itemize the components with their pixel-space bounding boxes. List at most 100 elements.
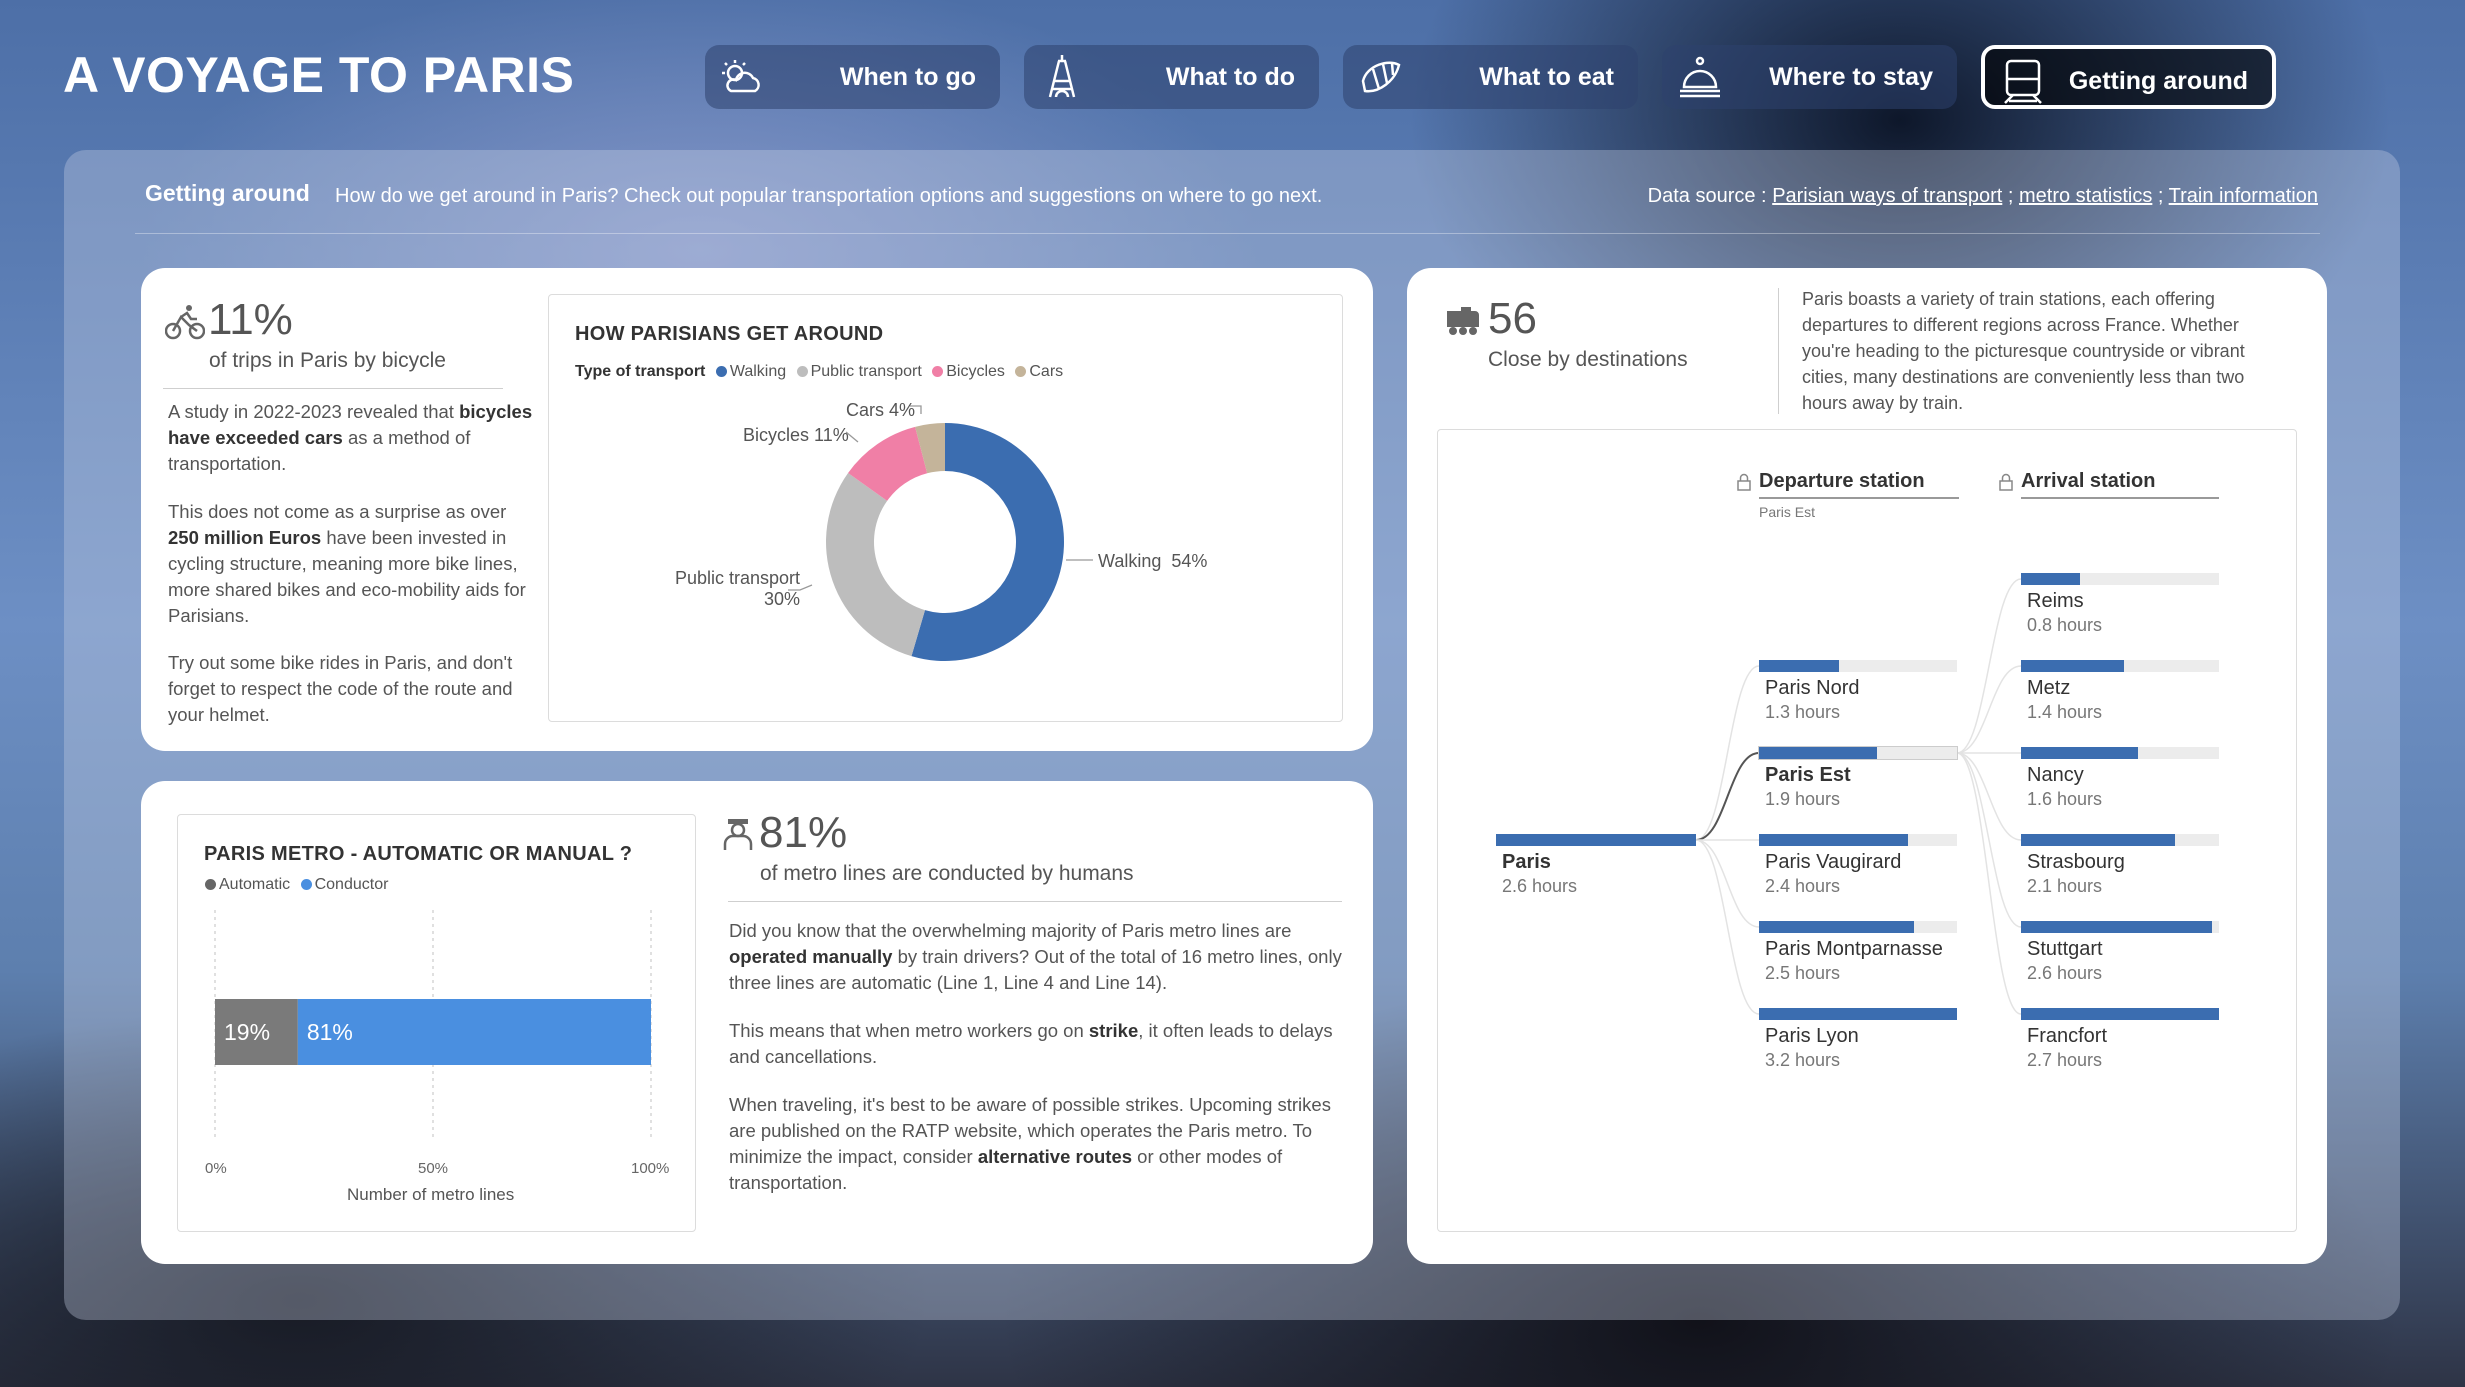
metro-kpi-label: of metro lines are conducted by humans bbox=[760, 862, 1134, 885]
metro-x-axis-label: Number of metro lines bbox=[347, 1185, 515, 1204]
divider bbox=[1778, 288, 1779, 414]
separator: ; bbox=[2007, 185, 2014, 207]
metro-paragraph-2: This means that when metro workers go on… bbox=[729, 1020, 1333, 1067]
metro-paragraph-1: Did you know that the overwhelming major… bbox=[729, 920, 1342, 993]
arrival-node-value: 0.8 hours bbox=[2027, 615, 2103, 635]
link-parisian-transport[interactable]: Parisian ways of transport bbox=[1772, 185, 2002, 207]
destinations-description: Paris boasts a variety of train stations… bbox=[1802, 289, 2245, 413]
label-public-transport: Public transport 30% bbox=[674, 568, 800, 609]
x-tick-0: 0% bbox=[205, 1160, 227, 1177]
x-tick-50: 50% bbox=[418, 1160, 449, 1177]
arrival-node-name[interactable]: Reims bbox=[2027, 590, 2084, 613]
nav-label: What to eat bbox=[1479, 63, 1614, 91]
legend-automatic: Automatic bbox=[219, 876, 291, 893]
departure-node-name[interactable]: Paris Nord bbox=[1765, 677, 1859, 700]
nav-what-to-do[interactable]: What to do bbox=[1024, 45, 1319, 109]
arrival-bar[interactable] bbox=[2021, 1008, 2219, 1020]
bar-label-automatic: 19% bbox=[224, 1019, 270, 1045]
bicycle-paragraph-3: Try out some bike rides in Paris, and do… bbox=[168, 652, 513, 725]
x-tick-100: 100% bbox=[631, 1160, 670, 1177]
legend-dot-walking bbox=[715, 366, 727, 377]
departure-bar-fill bbox=[1759, 1008, 1957, 1020]
tree-connectors bbox=[1695, 578, 2022, 1015]
arrival-node-name[interactable]: Nancy bbox=[2027, 764, 2084, 787]
arrival-bar-fill bbox=[2021, 1008, 2219, 1020]
root-bar-fill bbox=[1496, 834, 1696, 846]
departure-bar-fill bbox=[1759, 747, 1877, 759]
nav-label: Where to stay bbox=[1769, 63, 1933, 91]
departure-node-name[interactable]: Paris Montparnasse bbox=[1765, 938, 1943, 961]
legend-dot-cars bbox=[1015, 366, 1027, 377]
section-description: How do we get around in Paris? Check out… bbox=[335, 185, 1323, 207]
bicycle-paragraph-2: This does not come as a surprise as over… bbox=[168, 501, 526, 626]
arrival-node-name[interactable]: Stuttgart bbox=[2027, 938, 2103, 961]
arrival-bar[interactable] bbox=[2021, 573, 2219, 585]
arrival-node-name[interactable]: Metz bbox=[2027, 677, 2070, 700]
link-train-information[interactable]: Train information bbox=[2169, 185, 2318, 207]
transport-chart-legend: Type of transport Walking Public transpo… bbox=[575, 363, 1064, 380]
label-bicycles: Bicycles 11% bbox=[743, 425, 849, 445]
connector bbox=[1956, 752, 2022, 1015]
departure-bar[interactable] bbox=[1758, 746, 1958, 760]
arrival-bar[interactable] bbox=[2021, 660, 2219, 672]
arrival-bar-fill bbox=[2021, 573, 2080, 585]
divider bbox=[163, 388, 503, 389]
legend-dot-automatic bbox=[205, 879, 216, 890]
root-bar[interactable] bbox=[1496, 834, 1696, 846]
departure-node-value: 2.5 hours bbox=[1765, 963, 1841, 983]
bicycle-paragraph-1: A study in 2022-2023 revealed that bicyc… bbox=[168, 401, 533, 474]
arrival-bar[interactable] bbox=[2021, 747, 2219, 759]
arrival-bar-fill bbox=[2021, 921, 2212, 933]
departure-bar-fill bbox=[1759, 834, 1908, 846]
arrival-bar-fill bbox=[2021, 660, 2124, 672]
donut-slice-public-transport[interactable] bbox=[826, 472, 925, 657]
root-node-name[interactable]: Paris bbox=[1502, 851, 1551, 874]
metro-chart-title: PARIS METRO - AUTOMATIC OR MANUAL ? bbox=[204, 843, 633, 865]
eiffel-tower-icon bbox=[1048, 55, 1076, 98]
data-source-prefix: Data source : bbox=[1647, 185, 1767, 207]
nav-getting-around[interactable]: Getting around bbox=[1981, 45, 2276, 109]
departure-node-name[interactable]: Paris Vaugirard bbox=[1765, 851, 1901, 874]
bicycle-icon bbox=[165, 305, 205, 340]
departure-bar[interactable] bbox=[1759, 660, 1957, 672]
departure-node-value: 2.4 hours bbox=[1765, 876, 1841, 896]
metro-chart-legend: Automatic Conductor bbox=[199, 876, 388, 894]
train-icon bbox=[1447, 307, 1479, 335]
departure-node-name[interactable]: Paris Lyon bbox=[1765, 1025, 1859, 1048]
legend-dot-conductor bbox=[300, 879, 312, 890]
bicycle-kpi-label: of trips in Paris by bicycle bbox=[209, 349, 446, 372]
connector bbox=[1695, 665, 1760, 841]
departure-bar[interactable] bbox=[1759, 921, 1957, 933]
bicycle-kpi: 11% bbox=[208, 295, 293, 344]
legend-dot-public bbox=[796, 366, 808, 377]
nav-when-to-go[interactable]: When to go bbox=[705, 45, 1000, 109]
departure-node-value: 3.2 hours bbox=[1765, 1050, 1841, 1070]
arrival-bar[interactable] bbox=[2021, 921, 2219, 933]
departure-bar[interactable] bbox=[1759, 1008, 1957, 1020]
arrival-node-value: 1.6 hours bbox=[2027, 789, 2103, 809]
divider bbox=[135, 233, 2320, 234]
metro-paragraph-3: When traveling, it's best to be aware of… bbox=[729, 1094, 1331, 1193]
connector bbox=[1695, 839, 1760, 1015]
metro-kpi: 81% bbox=[759, 808, 848, 857]
departure-node-value: 1.3 hours bbox=[1765, 702, 1841, 722]
page-title: A VOYAGE TO PARIS bbox=[63, 47, 575, 103]
arrival-bar[interactable] bbox=[2021, 834, 2219, 846]
legend-dot-bicycles bbox=[932, 366, 944, 377]
connector bbox=[1956, 752, 2022, 841]
arrival-node-name[interactable]: Francfort bbox=[2027, 1025, 2107, 1048]
arrival-node-name[interactable]: Strasbourg bbox=[2027, 851, 2125, 874]
departure-bar[interactable] bbox=[1759, 834, 1957, 846]
nav-label: Getting around bbox=[2068, 67, 2248, 95]
departure-bar-fill bbox=[1759, 921, 1914, 933]
arrival-node-value: 2.6 hours bbox=[2027, 963, 2103, 983]
connector bbox=[1956, 578, 2022, 754]
nav-where-to-stay[interactable]: Where to stay bbox=[1662, 45, 1957, 109]
separator: ; bbox=[2157, 185, 2164, 207]
link-metro-statistics[interactable]: metro statistics bbox=[2019, 185, 2152, 207]
conductor-icon bbox=[723, 819, 753, 850]
arrival-bar-fill bbox=[2021, 834, 2175, 846]
departure-bar-fill bbox=[1759, 660, 1839, 672]
departure-node-name[interactable]: Paris Est bbox=[1765, 764, 1851, 787]
nav-what-to-eat[interactable]: What to eat bbox=[1343, 45, 1638, 109]
